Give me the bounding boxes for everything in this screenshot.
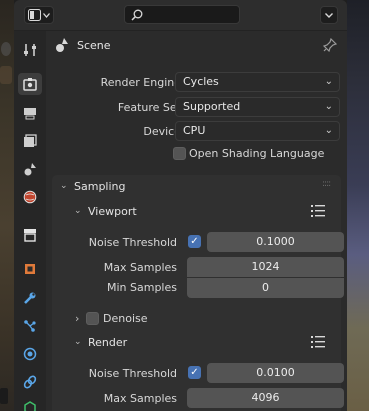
tab-object[interactable]: [18, 258, 42, 280]
chevron-down-icon[interactable]: ⌄: [74, 337, 82, 347]
viewport-subheader[interactable]: Viewport: [88, 205, 137, 218]
viewport-min-samples-value: 0: [262, 281, 269, 294]
presets-list-icon[interactable]: [311, 205, 325, 217]
viewport-noise-threshold-label: Noise Threshold: [88, 236, 177, 249]
chevron-down-icon: ⌄: [324, 76, 333, 87]
viewport-gizmo: [0, 66, 12, 84]
render-subheader[interactable]: Render: [88, 336, 127, 349]
render-max-samples-field[interactable]: 4096: [187, 388, 344, 408]
checkmark-icon: ✓: [190, 367, 199, 378]
viewport-max-samples-label: Max Samples: [103, 261, 177, 274]
viewport-min-samples-field[interactable]: 0: [187, 278, 344, 298]
properties-tabs: [14, 31, 46, 411]
render-noise-threshold-field[interactable]: 0.0100: [207, 363, 344, 383]
data-icon: [24, 401, 36, 411]
feature-set-value: Supported: [183, 100, 241, 113]
properties-editor-icon: [28, 9, 41, 21]
osl-checkbox[interactable]: [173, 147, 186, 160]
context-title: Scene: [77, 39, 111, 52]
tab-physics[interactable]: [18, 343, 42, 365]
editor-header: [14, 0, 347, 31]
presets-list-icon[interactable]: [311, 336, 325, 348]
drag-handle-icon[interactable]: ::::: [322, 179, 331, 189]
pin-icon[interactable]: [323, 38, 337, 52]
tool-icon: [24, 44, 36, 56]
chevron-down-icon: [325, 12, 333, 18]
tab-tool[interactable]: [18, 39, 42, 61]
render-max-samples-value: 4096: [251, 391, 280, 404]
denoise-label[interactable]: Denoise: [103, 312, 148, 325]
render-noise-threshold-checkbox[interactable]: ✓: [188, 366, 201, 379]
viewport-noise-threshold-value: 0.1000: [256, 235, 295, 248]
viewport-noise-threshold-field[interactable]: 0.1000: [207, 232, 344, 252]
viewport-left-edge: [0, 0, 14, 411]
tab-modifiers[interactable]: [18, 287, 42, 309]
viewport-right-edge: [347, 0, 369, 411]
tab-data[interactable]: [18, 397, 42, 411]
scene-icon: [56, 38, 68, 52]
checkmark-icon: ✓: [190, 236, 199, 247]
constraints-icon: [23, 375, 37, 389]
search-icon: [131, 9, 143, 21]
tab-view-layer[interactable]: [18, 130, 42, 152]
feature-set-label: Feature Set: [117, 101, 181, 114]
render-engine-label: Render Engine: [100, 76, 181, 89]
properties-editor: Scene Render Engine Cycles ⌄ Feature Set…: [14, 0, 347, 411]
physics-icon: [23, 347, 37, 361]
render-max-samples-label: Max Samples: [103, 392, 177, 405]
tab-output[interactable]: [18, 102, 42, 124]
scene-icon: [24, 163, 36, 176]
editor-type-button[interactable]: [24, 6, 54, 24]
render-engine-value: Cycles: [183, 75, 219, 88]
render-noise-threshold-value: 0.0100: [256, 366, 295, 379]
editor-menu-button[interactable]: [320, 6, 338, 24]
viewport-gizmo: [1, 42, 11, 56]
particles-icon: [24, 320, 36, 332]
chevron-down-icon: ⌄: [324, 101, 333, 112]
denoise-checkbox[interactable]: [86, 312, 99, 325]
chevron-down-icon: [43, 12, 50, 18]
collection-icon: [24, 229, 36, 242]
tab-collection[interactable]: [18, 224, 42, 246]
device-dropdown[interactable]: CPU ⌄: [175, 121, 340, 141]
render-engine-dropdown[interactable]: Cycles ⌄: [175, 72, 340, 92]
wrench-icon: [24, 292, 36, 304]
osl-label[interactable]: Open Shading Language: [189, 147, 324, 160]
search-field[interactable]: [124, 5, 240, 24]
viewport-max-samples-value: 1024: [251, 260, 280, 273]
chevron-down-icon: ⌄: [324, 125, 333, 136]
tab-particles[interactable]: [18, 315, 42, 337]
viewport-noise-threshold-checkbox[interactable]: ✓: [188, 235, 201, 248]
viewport-min-samples-label: Min Samples: [107, 281, 177, 294]
chevron-right-icon[interactable]: ›: [75, 312, 79, 325]
render-icon: [23, 78, 37, 91]
properties-content: Scene Render Engine Cycles ⌄ Feature Set…: [46, 31, 347, 411]
tab-scene[interactable]: [18, 158, 42, 180]
tab-render[interactable]: [18, 73, 42, 95]
tab-world[interactable]: [18, 186, 42, 208]
tab-constraints[interactable]: [18, 371, 42, 393]
object-icon: [25, 264, 35, 274]
sampling-header[interactable]: Sampling: [74, 180, 126, 193]
viewport-scroll-handle[interactable]: [0, 388, 8, 404]
world-icon: [23, 190, 37, 204]
viewport-max-samples-field[interactable]: 1024: [187, 257, 344, 277]
chevron-down-icon[interactable]: ⌄: [60, 181, 68, 191]
view-layer-icon: [24, 134, 37, 147]
device-value: CPU: [183, 124, 206, 137]
render-noise-threshold-label: Noise Threshold: [88, 367, 177, 380]
chevron-down-icon[interactable]: ⌄: [74, 206, 82, 216]
output-icon: [24, 108, 36, 120]
feature-set-dropdown[interactable]: Supported ⌄: [175, 97, 340, 117]
